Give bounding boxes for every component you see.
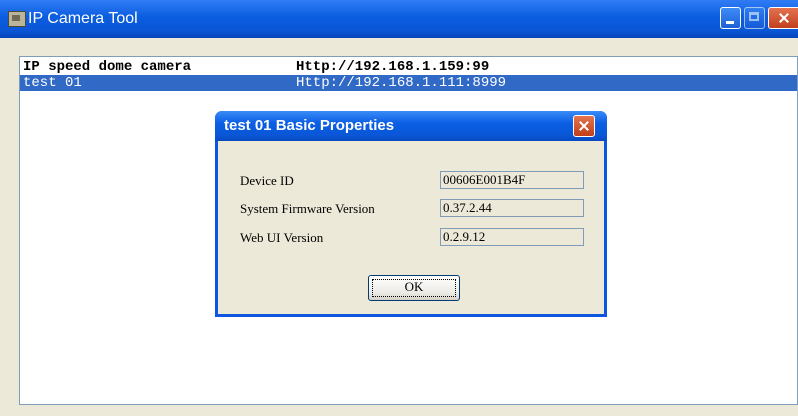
minimize-button[interactable] [720,7,741,29]
firmware-version-field: 0.37.2.44 [440,199,584,217]
maximize-button[interactable] [744,7,765,29]
dialog-close-button[interactable] [573,115,595,137]
camera-url: Http://192.168.1.159:99 [296,59,490,75]
camera-list-item-selected[interactable]: test 01 Http://192.168.1.111:8999 [20,75,797,91]
camera-name: IP speed dome camera [23,59,192,75]
firmware-version-label: System Firmware Version [240,201,375,216]
window-title: IP Camera Tool [28,10,138,27]
close-button[interactable] [768,7,798,29]
basic-properties-dialog: test 01 Basic Properties Device ID 00606… [215,111,607,317]
device-id-field: 00606E001B4F [440,171,584,189]
device-id-label: Device ID [240,173,294,188]
window-title-bar[interactable]: IP Camera Tool [0,0,798,38]
camera-list-item[interactable]: IP speed dome camera Http://192.168.1.15… [20,59,797,75]
dialog-body: Device ID 00606E001B4F System Firmware V… [218,141,604,314]
camera-tool-icon [8,11,26,27]
camera-url: Http://192.168.1.111:8999 [296,75,507,91]
dialog-title-bar[interactable]: test 01 Basic Properties [215,111,607,141]
web-ui-version-label: Web UI Version [240,230,324,245]
dialog-title: test 01 Basic Properties [224,117,395,134]
ok-button[interactable]: OK [368,275,460,301]
camera-name: test 01 [23,75,82,91]
web-ui-version-field: 0.2.9.12 [440,228,584,246]
